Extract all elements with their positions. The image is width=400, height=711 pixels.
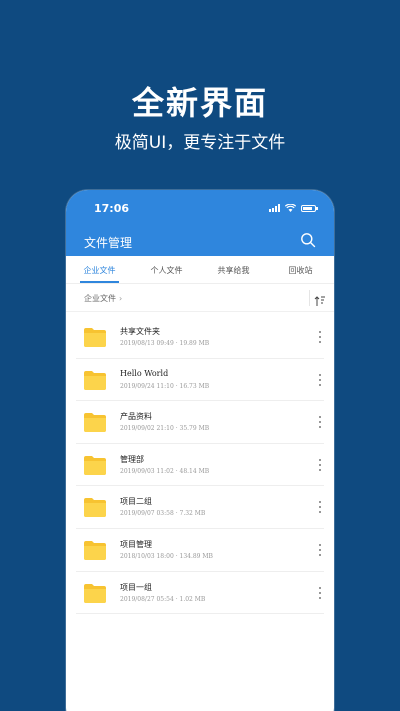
file-name: 项目一组 (120, 582, 152, 592)
tab-bar: 企业文件 个人文件 共享给我 回收站 (66, 256, 334, 284)
status-bar: 17:06 (66, 202, 334, 216)
file-meta: 2019/08/27 05:54 · 1.02 MB (120, 595, 206, 603)
more-vertical-icon[interactable] (318, 331, 322, 343)
file-meta: 2018/10/03 18:00 · 134.89 MB (120, 552, 213, 560)
file-meta: 2019/09/03 11:02 · 48.14 MB (120, 467, 210, 475)
more-vertical-icon[interactable] (318, 416, 322, 429)
file-list: 共享文件夹 2019/08/13 09:49 · 19.89 MB Hello … (66, 316, 334, 615)
battery-icon (301, 204, 318, 212)
promo-subtitle: 极简UI，更专注于文件 (114, 133, 286, 153)
status-icons (269, 204, 318, 212)
chevron-right-icon: › (119, 294, 123, 303)
app-header: 17:06 文件管理 (66, 190, 334, 256)
list-item[interactable]: 项目管理 2018/10/03 18:00 · 134.89 MB (76, 529, 324, 572)
breadcrumb-item[interactable]: 企业文件 › (84, 293, 122, 304)
file-meta: 2019/09/24 11:10 · 16.73 MB (120, 382, 210, 390)
list-item[interactable]: 项目一组 2019/08/27 05:54 · 1.02 MB (76, 572, 324, 615)
folder-icon (84, 583, 106, 603)
file-meta: 2019/08/13 09:49 · 19.89 MB (120, 340, 210, 347)
folder-icon (84, 540, 106, 560)
list-item[interactable]: 管理部 2019/09/03 11:02 · 48.14 MB (76, 444, 324, 487)
folder-icon (84, 455, 106, 475)
file-name: 管理部 (120, 454, 144, 464)
file-name: 项目管理 (120, 539, 152, 549)
folder-icon (84, 370, 106, 390)
status-time: 17:06 (94, 202, 130, 215)
more-vertical-icon[interactable] (318, 373, 322, 386)
wifi-icon (285, 204, 296, 212)
search-icon[interactable] (300, 232, 316, 248)
page-title: 文件管理 (84, 236, 133, 250)
sort-icon[interactable] (314, 292, 326, 306)
file-meta: 2019/09/02 21:10 · 35.79 MB (120, 425, 210, 433)
file-meta: 2019/09/07 03:58 · 7.32 MB (120, 510, 206, 518)
more-vertical-icon[interactable] (318, 543, 322, 556)
list-item[interactable]: 产品资料 2019/09/02 21:10 · 35.79 MB (76, 401, 324, 444)
file-name: 产品资料 (120, 412, 152, 422)
file-name: 共享文件夹 (120, 327, 160, 336)
promo-title: 全新界面 (131, 84, 268, 122)
folder-icon (84, 413, 106, 433)
phone-frame: 17:06 文件管理 企业文件 个人文件 共享给我 回收站 企业文件 › 共享文… (66, 190, 334, 711)
tab-enterprise-files[interactable]: 企业文件 (66, 256, 133, 283)
file-name: 项目二组 (120, 497, 152, 507)
more-vertical-icon[interactable] (318, 458, 322, 471)
divider (309, 290, 310, 306)
tab-recycle-bin[interactable]: 回收站 (267, 256, 334, 283)
tab-shared-with-me[interactable]: 共享给我 (200, 256, 267, 283)
list-item[interactable]: 项目二组 2019/09/07 03:58 · 7.32 MB (76, 486, 324, 529)
more-vertical-icon[interactable] (318, 586, 322, 599)
file-name: Hello World (120, 368, 169, 378)
folder-icon (84, 328, 106, 347)
list-item[interactable]: Hello World 2019/09/24 11:10 · 16.73 MB (76, 359, 324, 402)
list-item[interactable]: 共享文件夹 2019/08/13 09:49 · 19.89 MB (76, 316, 324, 359)
tab-personal-files[interactable]: 个人文件 (133, 256, 200, 283)
breadcrumb-label: 企业文件 (84, 294, 116, 303)
folder-icon (84, 498, 106, 518)
more-vertical-icon[interactable] (318, 501, 322, 514)
signal-icon (269, 204, 280, 212)
breadcrumb: 企业文件 › (66, 284, 334, 312)
